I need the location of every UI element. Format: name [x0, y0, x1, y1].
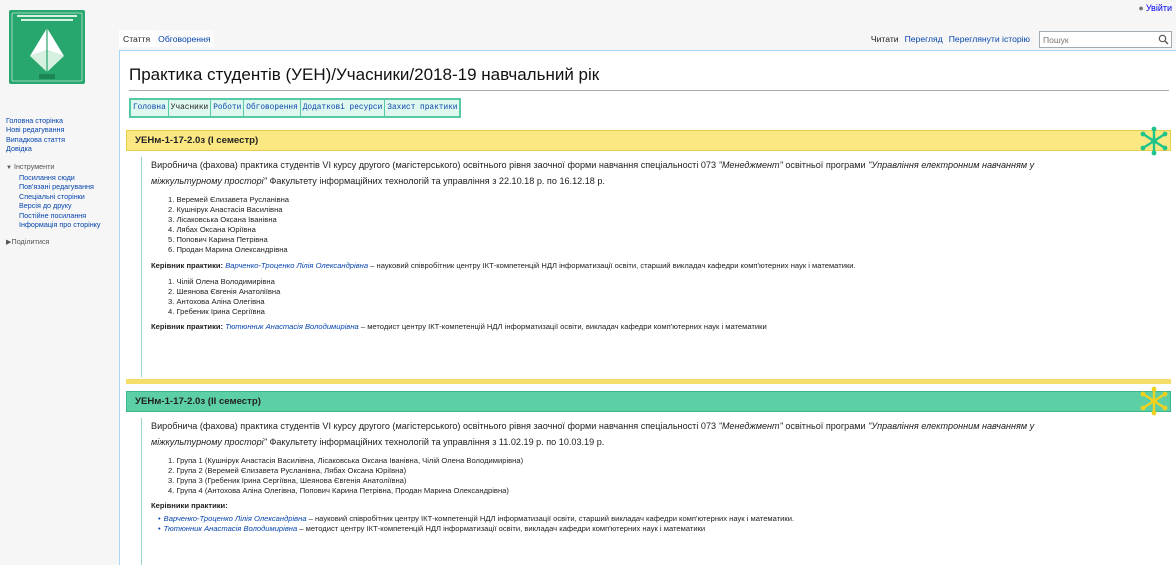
supervisor-label: Керівник практики:	[151, 321, 224, 331]
supervisor-link[interactable]: Варченко-Троценко Лілія Олександрівна	[164, 514, 307, 523]
semester2-body: Виробнича (фахова) практика студентів VI…	[141, 418, 1151, 565]
list-item: 6. Продан Марина Олександрівна	[168, 245, 288, 255]
nav-defense[interactable]: Захист практики	[385, 100, 460, 116]
site-logo[interactable]	[9, 10, 85, 84]
semester2-title: УЕНм-1-17-2.0з (ІІ семестр)	[135, 396, 261, 407]
bullet-icon: •	[158, 514, 161, 524]
nav-discussion[interactable]: Обговорення	[244, 100, 301, 116]
tab-history[interactable]: Переглянути історію	[946, 30, 1033, 47]
intro-text: освітньої програми	[782, 421, 869, 431]
tools-heading-label: Інструменти	[13, 161, 55, 171]
molecule-icon	[1140, 126, 1168, 156]
semester-divider	[126, 379, 1171, 384]
specialty-name: "Менеджмент"	[718, 160, 783, 170]
sidebar-item-permanent-link[interactable]: Постійне посилання	[6, 211, 118, 220]
nav-participants[interactable]: Учасники	[168, 100, 212, 116]
login-link[interactable]: Увійти	[1146, 3, 1172, 13]
supervisor-desc: – науковий співробітник центру ІКТ-компе…	[306, 514, 795, 524]
supervisors-heading: Керівники практики:	[151, 501, 1151, 511]
nav-works[interactable]: Роботи	[211, 100, 245, 116]
sidebar-item-special-pages[interactable]: Спеціальні сторінки	[6, 192, 118, 201]
title-divider	[129, 90, 1169, 91]
bullet-icon: •	[158, 524, 161, 534]
list-item: • Тютюнник Анастасія Володимирівна – мето…	[158, 524, 1151, 534]
intro-text: Факультету інформаційних технологій та у…	[266, 437, 605, 447]
view-tabs: Читати Перегляд Переглянути історію	[868, 30, 1033, 47]
sidebar-item-random-page[interactable]: Випадкова стаття	[6, 135, 118, 144]
list-item: • Варченко-Троценко Лілія Олександрівна –…	[158, 514, 1151, 524]
list-item: 5. Попович Карина Петрівна	[168, 235, 268, 245]
list-item: 1. Веремей Єлизавета Русланівна	[168, 195, 290, 204]
supervisor-link[interactable]: Тютюнник Анастасія Володимирівна	[164, 524, 298, 533]
sidebar-item-printable[interactable]: Версія до друку	[6, 201, 118, 210]
intro-text: Виробнича (фахова) практика студентів VI…	[151, 421, 719, 431]
sidebar-item-recent-changes[interactable]: Нові редагування	[6, 125, 118, 134]
sidebar-item-main-page[interactable]: Головна сторінка	[6, 116, 118, 125]
tab-article[interactable]: Стаття	[119, 30, 155, 47]
namespace-tabs: Стаття Обговорення	[119, 30, 215, 47]
tab-discussion[interactable]: Обговорення	[154, 30, 215, 47]
tab-view-source[interactable]: Перегляд	[902, 30, 946, 47]
nav-home[interactable]: Головна	[131, 100, 169, 116]
list-item: 4. Лябах Оксана Юріївна	[168, 225, 256, 235]
semester1-body: Виробнича (фахова) практика студентів VI…	[141, 157, 1151, 377]
semester1-header: УЕНм-1-17-2.0з (І семестр)	[126, 130, 1171, 151]
sidebar-item-help[interactable]: Довідка	[6, 144, 118, 153]
semester2-header: УЕНм-1-17-2.0з (ІІ семестр)	[126, 391, 1171, 412]
search-icon[interactable]	[1158, 34, 1169, 45]
content-area: Практика студентів (УЕН)/Учасники/2018-1…	[119, 50, 1176, 565]
list-item: 3. Антохова Аліна Олегівна	[168, 296, 265, 306]
intro-text: освітньої програми	[782, 160, 869, 170]
sidebar: Головна сторінка Нові редагування Випадк…	[6, 116, 118, 247]
semester2-intro: Виробнича (фахова) практика студентів VI…	[151, 418, 1071, 450]
semester1-intro: Виробнича (фахова) практика студентів VI…	[151, 157, 1071, 189]
supervisor-desc: – науковий співробітник центру ІКТ-компе…	[368, 260, 856, 270]
intro-text: Факультету інформаційних технологій та у…	[266, 176, 605, 186]
sidebar-item-page-info[interactable]: Інформація про сторінку	[6, 220, 118, 229]
list-item: 2. Шеянова Євгенія Анатоліївна	[168, 286, 281, 296]
supervisor-line-2: Керівник практики: Тютюнник Анастасія Во…	[151, 322, 1151, 332]
list-item: 1. Група 1 (Кушнірук Анастасія Василівна…	[168, 456, 524, 465]
page-navigation: Головна Учасники Роботи Обговорення Дода…	[129, 98, 462, 118]
search-input[interactable]	[1040, 34, 1155, 45]
page-title: Практика студентів (УЕН)/Учасники/2018-1…	[129, 65, 600, 84]
group-list: 1. Група 1 (Кушнірук Анастасія Василівна…	[168, 456, 1151, 496]
triangle-down-icon: ▼	[6, 164, 12, 171]
list-item: 3. Лісаковська Оксана Іванівна	[168, 215, 277, 225]
molecule-icon	[1140, 386, 1168, 416]
tab-read[interactable]: Читати	[868, 30, 902, 47]
supervisor-line-1: Керівник практики: Варченко-Троценко Ліл…	[151, 261, 1151, 271]
sidebar-tools-heading[interactable]: ▼ Інструменти	[6, 162, 118, 173]
supervisor-desc: – методист центру ІКТ-компетенцій НДЛ ін…	[358, 321, 767, 331]
university-logo-icon	[9, 10, 85, 84]
supervisor-list: • Варченко-Троценко Лілія Олександрівна –…	[158, 514, 1151, 534]
search-box	[1039, 31, 1172, 48]
supervisor-label: Керівник практики:	[151, 260, 224, 270]
list-item: 1. Чілій Олена Володимирівна	[168, 276, 275, 286]
list-item: 4. Гребеник Ірина Сергіївна	[168, 306, 265, 316]
list-item: 3. Група 3 (Гребеник Ірина Сергіївна, Ше…	[168, 476, 407, 486]
personal-tools: ● Увійти	[1138, 3, 1172, 13]
list-item: 4. Група 4 (Антохова Аліна Олегівна, Поп…	[168, 486, 509, 496]
share-label: Поділитися	[11, 237, 50, 247]
user-icon: ●	[1138, 3, 1144, 13]
supervisors-label: Керівники практики:	[151, 501, 228, 511]
sidebar-item-related-changes[interactable]: Пов'язані редагування	[6, 182, 118, 191]
supervisor-link[interactable]: Варченко-Троценко Лілія Олександрівна	[225, 261, 368, 270]
semester1-title: УЕНм-1-17-2.0з (І семестр)	[135, 135, 259, 146]
intro-text: Виробнича (фахова) практика студентів VI…	[151, 160, 719, 170]
list-item: 2. Кушнірук Анастасія Василівна	[168, 205, 283, 215]
sidebar-share-heading[interactable]: ▶Поділитися	[6, 237, 118, 246]
specialty-name: "Менеджмент"	[718, 421, 783, 431]
supervisor-link[interactable]: Тютюнник Анастасія Володимирівна	[225, 322, 359, 331]
supervisor-desc: – методист центру ІКТ-компетенцій НДЛ ін…	[297, 524, 706, 534]
student-list-2: 1. Чілій Олена Володимирівна 2. Шеянова …	[168, 277, 1151, 317]
nav-resources[interactable]: Додаткові ресурси	[300, 100, 386, 116]
list-item: 2. Група 2 (Веремей Єлизавета Русланівна…	[168, 466, 407, 476]
sidebar-item-what-links-here[interactable]: Посилання сюди	[6, 173, 118, 182]
student-list-1: 1. Веремей Єлизавета Русланівна 2. Кушні…	[168, 195, 1151, 256]
